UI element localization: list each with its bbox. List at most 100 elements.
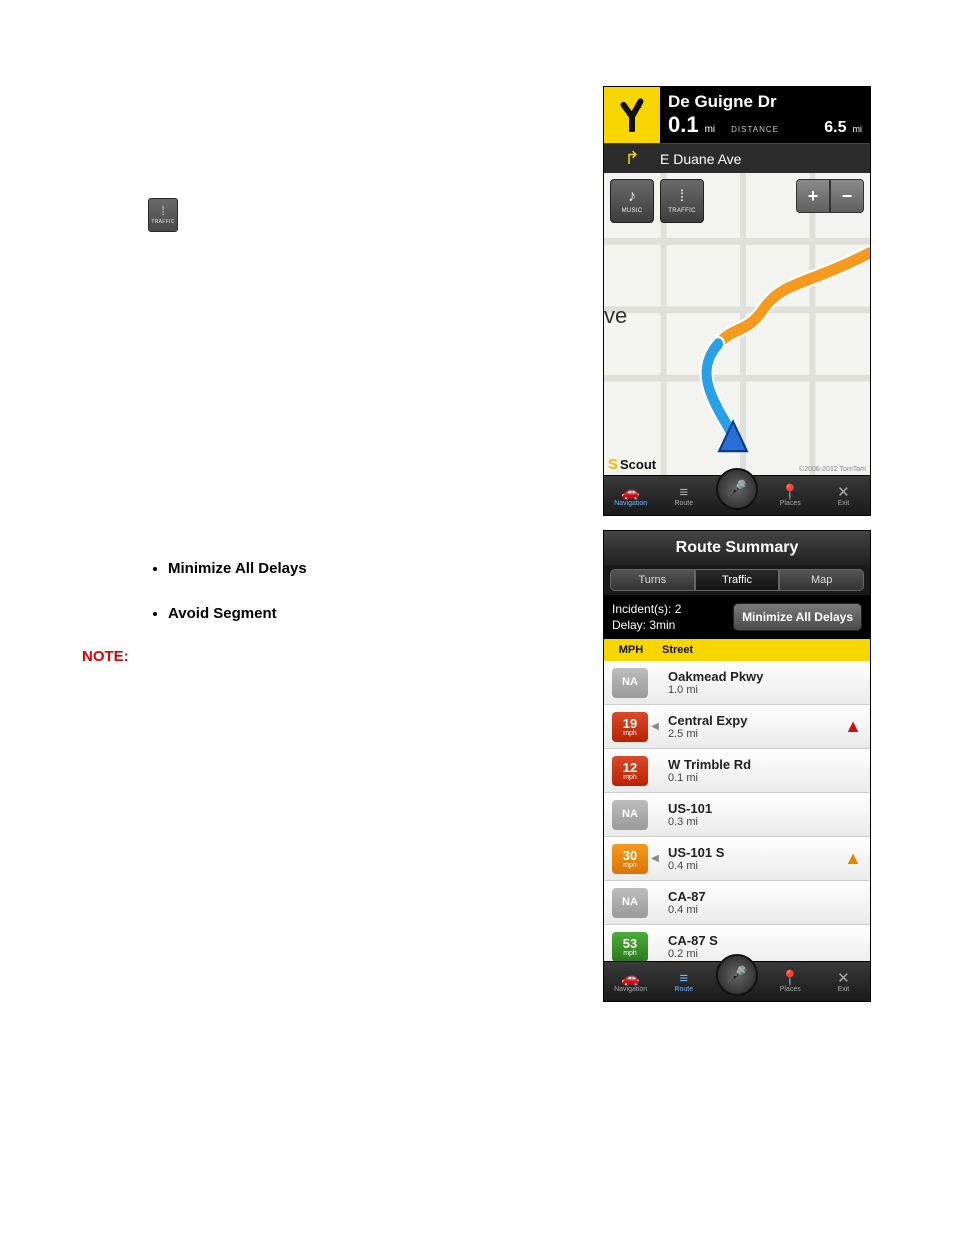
plus-icon: + <box>808 186 819 207</box>
list-icon: ≡ <box>679 485 688 500</box>
pin-icon: 📍 <box>781 971 800 986</box>
traffic-light-icon: ⁞ <box>680 188 684 206</box>
tab-voice[interactable]: 🎤 <box>710 482 763 510</box>
segment-text: W Trimble Rd0.1 mi <box>662 757 862 784</box>
brand-scout: SScout <box>608 456 656 473</box>
speed-badge: NA <box>612 668 648 698</box>
segment-text: Central Expy2.5 mi <box>662 713 844 740</box>
col-mph: MPH <box>604 644 658 656</box>
speed-badge: 12mph <box>612 756 648 786</box>
tab-navigation[interactable]: 🚗Navigation <box>604 971 657 993</box>
delay-text: Delay: 3min <box>612 617 681 633</box>
map-label-fragment: ve <box>604 303 627 329</box>
tab-voice[interactable]: 🎤 <box>710 968 763 996</box>
tab-route-label: Route <box>674 500 693 507</box>
mic-icon: 🎤 <box>727 965 747 985</box>
pin-icon: 📍 <box>781 485 800 500</box>
column-headers: MPH Street <box>604 639 870 661</box>
close-icon: ✕ <box>837 971 850 986</box>
bullet-avoid: Avoid Segment <box>168 605 307 622</box>
close-icon: ✕ <box>837 485 850 500</box>
sound-icon: ◀ <box>648 853 662 864</box>
speed-badge: 30mph <box>612 844 648 874</box>
segment-text: CA-87 S0.2 mi <box>662 933 862 960</box>
speed-badge: NA <box>612 800 648 830</box>
tab-nav-label: Navigation <box>614 500 647 507</box>
tab-places[interactable]: 📍Places <box>764 485 817 507</box>
trip-distance: 6.5 <box>824 119 846 137</box>
bullet-minimize: Minimize All Delays <box>168 560 307 577</box>
music-icon: ♪ <box>628 188 636 206</box>
next-street: E Duane Ave <box>660 151 741 167</box>
segment-text: US-1010.3 mi <box>662 801 862 828</box>
route-tabbar: 🚗Navigation ≡Route 🎤 📍Places ✕Exit <box>604 961 870 1001</box>
scout-logo-icon: S <box>608 456 618 473</box>
tab-places-label: Places <box>780 986 801 993</box>
primary-distance: 0.1 <box>668 112 699 138</box>
zoom-in-button[interactable]: + <box>796 179 830 213</box>
turn-right-icon: ↱ <box>604 148 660 169</box>
traffic-row[interactable]: 19mph◀Central Expy2.5 mi▲ <box>604 705 870 749</box>
traffic-label: TRAFFIC <box>668 208 695 214</box>
tab-places[interactable]: 📍Places <box>764 971 817 993</box>
traffic-button[interactable]: ⁞ TRAFFIC <box>660 179 704 223</box>
nav-header-primary: De Guigne Dr 0.1 mi DISTANCE 6.5 mi <box>604 87 870 143</box>
traffic-icon-chip: ⁞ TRAFFIC <box>148 198 178 232</box>
route-summary-screenshot: Route Summary Turns Traffic Map Incident… <box>603 530 871 1002</box>
segment-text: US-101 S0.4 mi <box>662 845 844 872</box>
map-view[interactable]: ♪ MUSIC ⁞ TRAFFIC + − ve SScout ©2006-20… <box>604 173 870 515</box>
traffic-chip-label: TRAFFIC <box>151 219 174 225</box>
warning-icon: ▲ <box>844 716 862 737</box>
tab-route[interactable]: ≡Route <box>657 485 710 507</box>
traffic-row[interactable]: NA Oakmead Pkwy1.0 mi <box>604 661 870 705</box>
music-label: MUSIC <box>622 208 643 214</box>
speed-badge: 19mph <box>612 712 648 742</box>
incidents-text: Incident(s): 2 <box>612 601 681 617</box>
tab-navigation[interactable]: 🚗Navigation <box>604 485 657 507</box>
mic-icon: 🎤 <box>727 479 747 499</box>
traffic-row[interactable]: 30mph◀US-101 S0.4 mi▲ <box>604 837 870 881</box>
traffic-light-icon: ⁞ <box>161 205 164 217</box>
nav-screenshot: De Guigne Dr 0.1 mi DISTANCE 6.5 mi ↱ E … <box>603 86 871 516</box>
segment-text: Oakmead Pkwy1.0 mi <box>662 669 862 696</box>
seg-map[interactable]: Map <box>779 569 864 591</box>
primary-unit: mi <box>705 124 716 135</box>
primary-street: De Guigne Dr <box>668 92 862 112</box>
traffic-segment-list[interactable]: NAOakmead Pkwy1.0 mi19mph◀Central Expy2.… <box>604 661 870 961</box>
speed-badge: 53mph <box>612 932 648 962</box>
fork-right-icon <box>604 87 660 143</box>
distance-label: DISTANCE <box>731 125 818 134</box>
list-icon: ≡ <box>679 971 688 986</box>
traffic-row[interactable]: 12mph W Trimble Rd0.1 mi <box>604 749 870 793</box>
tab-exit[interactable]: ✕Exit <box>817 971 870 993</box>
segment-text: CA-870.4 mi <box>662 889 862 916</box>
tab-nav-label: Navigation <box>614 986 647 993</box>
nav-header-next: ↱ E Duane Ave <box>604 143 870 173</box>
sound-icon: ◀ <box>648 721 662 732</box>
tab-route[interactable]: ≡Route <box>657 971 710 993</box>
minus-icon: − <box>842 186 853 207</box>
brand-text: Scout <box>620 457 656 472</box>
tab-exit-label: Exit <box>838 986 850 993</box>
zoom-out-button[interactable]: − <box>830 179 864 213</box>
map-copyright: ©2006-2012 TomTom <box>799 466 866 473</box>
tab-exit-label: Exit <box>838 500 850 507</box>
seg-turns[interactable]: Turns <box>610 569 695 591</box>
car-icon: 🚗 <box>621 971 640 986</box>
note-label: NOTE: <box>82 648 129 665</box>
speed-badge: NA <box>612 888 648 918</box>
traffic-status-bar: Incident(s): 2 Delay: 3min Minimize All … <box>604 595 870 639</box>
music-button[interactable]: ♪ MUSIC <box>610 179 654 223</box>
tab-exit[interactable]: ✕Exit <box>817 485 870 507</box>
col-street: Street <box>658 644 870 656</box>
route-summary-title: Route Summary <box>604 531 870 565</box>
tab-places-label: Places <box>780 500 801 507</box>
tab-route-label: Route <box>674 986 693 993</box>
traffic-row[interactable]: NA CA-870.4 mi <box>604 881 870 925</box>
segmented-control: Turns Traffic Map <box>604 565 870 595</box>
car-icon: 🚗 <box>621 485 640 500</box>
minimize-delays-button[interactable]: Minimize All Delays <box>733 603 862 631</box>
nav-tabbar: 🚗Navigation ≡Route 🎤 📍Places ✕Exit <box>604 475 870 515</box>
seg-traffic[interactable]: Traffic <box>695 569 780 591</box>
traffic-row[interactable]: NA US-1010.3 mi <box>604 793 870 837</box>
